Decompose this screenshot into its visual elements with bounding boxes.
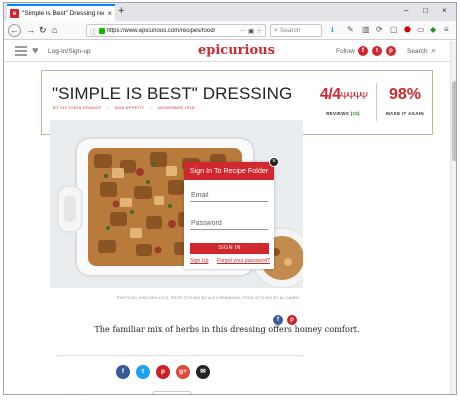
bookmark-star-icon[interactable]: ☆ [256, 27, 262, 35]
bottom-label-placeholder: ■ ■ ■ ■ ■ [64, 392, 84, 395]
divider [57, 355, 303, 356]
site-header: ♥ Log-In/Sign-up epicurious Follow f t p… [4, 41, 450, 62]
email-share-icon[interactable]: ✉ [196, 365, 210, 379]
search-icon: ⌕ [274, 26, 278, 34]
home-icon[interactable]: ⌂ [52, 24, 57, 36]
pinterest-icon[interactable]: p [386, 46, 396, 56]
make-again-block: 98% MAKE IT AGAIN [380, 86, 430, 116]
facebook-share-icon[interactable]: f [116, 365, 130, 379]
twitter-icon[interactable]: t [372, 46, 382, 56]
url-text[interactable]: https://www.epicurious.com/recipes/food/ [107, 28, 238, 34]
login-link[interactable]: Log-In/Sign-up [48, 48, 91, 55]
info-icon[interactable]: ⓘ [90, 26, 97, 36]
url-bar[interactable]: ⓘ https://www.epicurious.com/recipes/foo… [86, 24, 266, 37]
meta-separator: | [107, 105, 109, 110]
tab-close-icon[interactable]: × [107, 9, 112, 18]
wrench-icon[interactable]: ✎ [347, 25, 354, 35]
sign-in-dialog: Sign In To Recipe Folder SIGN IN Sign Up… [184, 162, 274, 269]
sidebar-icon[interactable]: ▭ [417, 25, 425, 35]
recipe-meta: BY VICTORIA GRANOF | BON APPÉTIT | NOVEM… [53, 105, 195, 110]
browser-window: e "Simple is Best" Dressing recipe × + –… [3, 2, 457, 395]
site-search-label[interactable]: Search [407, 48, 428, 55]
search-placeholder: Search [279, 27, 301, 34]
fork-rating-icon: ΨΨΨΨ [340, 91, 368, 102]
twitter-share-icon[interactable]: t [136, 365, 150, 379]
adblock-icon[interactable]: ⬣ [404, 25, 411, 35]
page-actions-icon[interactable]: ··· [240, 27, 247, 34]
tab-title: "Simple is Best" Dressing recipe [22, 10, 104, 17]
forward-arrow-icon[interactable]: → [26, 24, 35, 36]
dialog-close-icon[interactable]: × [269, 157, 279, 167]
sign-up-link[interactable]: Sign Up [190, 258, 208, 264]
sync-icon[interactable]: ⟳ [376, 25, 383, 35]
rating-block[interactable]: 4/4ΨΨΨΨ REVIEWS (38) [318, 86, 368, 116]
divider [376, 83, 377, 121]
tab-strip: e "Simple is Best" Dressing recipe × + –… [4, 3, 456, 21]
recipe-tagline: The familiar mix of herbs in this dressi… [94, 324, 360, 334]
sign-in-button[interactable]: SIGN IN [190, 243, 269, 254]
meta-separator: | [150, 105, 152, 110]
dialog-links: Sign Up Forgot your password? [190, 258, 270, 264]
back-arrow-icon[interactable]: ← [8, 24, 21, 37]
bottom-controls: ■ ■ ■ ■ ■ [64, 390, 264, 395]
browser-search-box[interactable]: ⌕ Search [270, 24, 322, 37]
tab-recipe[interactable]: e "Simple is Best" Dressing recipe × [7, 4, 115, 21]
site-search-icon[interactable]: ⌕ [431, 45, 436, 56]
hamburger-menu-icon[interactable] [15, 46, 27, 56]
menu-icon[interactable]: ≡ [444, 25, 449, 35]
extension-icon[interactable]: ◆ [430, 25, 436, 35]
scrollbar-thumb[interactable] [452, 81, 456, 161]
email-field[interactable] [190, 189, 268, 202]
heart-icon[interactable]: ♥ [32, 45, 39, 57]
recipe-date: NOVEMBER 2018 [157, 105, 195, 110]
download-icon[interactable]: ⭳ [331, 25, 334, 35]
photo-credit: PHOTO BY CHELSEA KYLE, PROP STYLING BY A… [117, 296, 300, 300]
dialog-title: Sign In To Recipe Folder [184, 162, 274, 180]
pinterest-share-icon[interactable]: p [156, 365, 170, 379]
reader-icon[interactable]: ▢ [390, 25, 398, 35]
googleplus-share-icon[interactable]: g+ [176, 365, 190, 379]
close-window-button[interactable]: × [442, 6, 447, 15]
pocket-icon[interactable]: ▣ [248, 27, 254, 35]
make-again-label: MAKE IT AGAIN [386, 111, 424, 116]
maximize-button[interactable]: □ [423, 6, 428, 15]
follow-label: Follow [336, 48, 355, 55]
epicurious-favicon-icon: e [10, 9, 19, 18]
facebook-icon[interactable]: f [358, 46, 368, 56]
make-again-value: 98% [388, 86, 422, 103]
navigation-toolbar: ← → ↻ ⌂ ⓘ https://www.epicurious.com/rec… [4, 21, 456, 40]
rating-value: 4/4 [319, 86, 341, 103]
bottom-control[interactable] [152, 391, 192, 394]
site-logo[interactable]: epicurious [198, 43, 275, 58]
recipe-byline[interactable]: BY VICTORIA GRANOF [53, 105, 102, 110]
recipe-source[interactable]: BON APPÉTIT [115, 105, 145, 110]
page-scrollbar[interactable] [450, 41, 456, 394]
minimize-button[interactable]: – [404, 6, 408, 15]
lock-icon[interactable] [98, 27, 105, 34]
forgot-password-link[interactable]: Forgot your password? [217, 258, 270, 264]
share-buttons: f t p g+ ✉ [116, 365, 210, 379]
recipe-title: "SIMPLE IS BEST" DRESSING [52, 84, 293, 103]
library-icon[interactable]: ▥ [362, 25, 370, 35]
new-tab-button[interactable]: + [118, 5, 124, 18]
web-page: ♥ Log-In/Sign-up epicurious Follow f t p… [4, 41, 450, 395]
reload-icon[interactable]: ↻ [39, 24, 47, 36]
reviews-label: REVIEWS (38) [326, 111, 360, 116]
password-field[interactable] [190, 217, 268, 230]
